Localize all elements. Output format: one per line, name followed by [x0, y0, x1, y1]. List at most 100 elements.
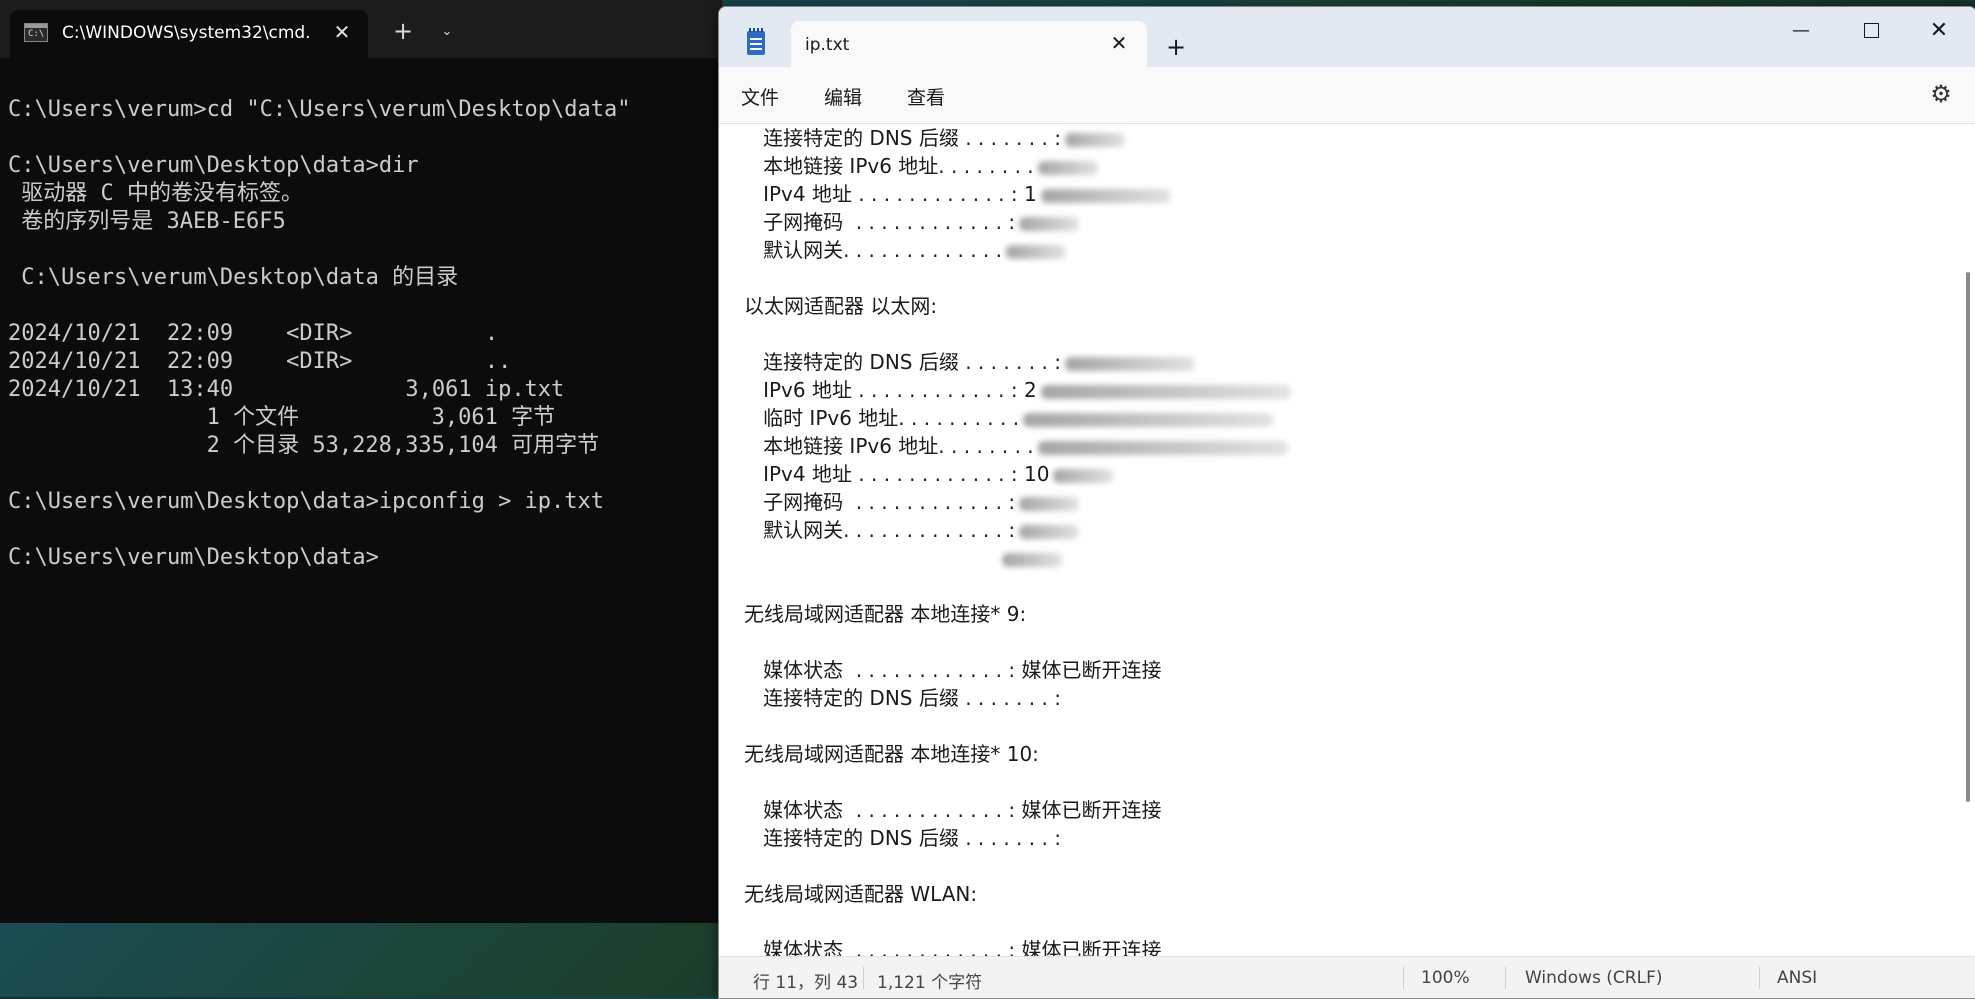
line-ending[interactable]: Windows (CRLF) — [1525, 968, 1663, 988]
status-divider — [863, 967, 864, 989]
redacted-value — [1040, 188, 1171, 203]
editor-line-text: 连接特定的 DNS 后缀 . . . . . . . : — [744, 686, 1061, 710]
terminal-tab[interactable]: C:\ C:\WINDOWS\system32\cmd. ✕ — [10, 10, 368, 58]
redacted-value — [1037, 440, 1288, 455]
redacted-value — [1019, 524, 1080, 539]
menu-bar: 文件 编辑 查看 ⚙ — [719, 67, 1975, 124]
close-window-button[interactable]: ✕ — [1909, 11, 1969, 51]
status-divider — [1759, 967, 1760, 989]
maximize-button[interactable] — [1841, 11, 1901, 51]
zoom-level[interactable]: 100% — [1421, 968, 1470, 988]
editor-text: 连接特定的 DNS 后缀 . . . . . . . : 本地链接 IPv6 地… — [744, 124, 1924, 956]
editor-line-text: 子网掩码 . . . . . . . . . . . . : — [744, 490, 1016, 514]
editor-line-text: 媒体状态 . . . . . . . . . . . . : 媒体已断开连接 — [744, 658, 1162, 682]
editor-line: 连接特定的 DNS 后缀 . . . . . . . : — [744, 348, 1924, 376]
vertical-scrollbar[interactable] — [1959, 124, 1975, 956]
cmd-icon: C:\ — [24, 23, 48, 42]
notepad-tab[interactable]: ip.txt ✕ — [791, 21, 1147, 67]
editor-line-text — [744, 546, 998, 570]
editor-line: 子网掩码 . . . . . . . . . . . . : — [744, 488, 1924, 516]
terminal-line: C:\Users\verum\Desktop\data>ipconfig > i… — [8, 489, 605, 514]
terminal-line: C:\Users\verum\Desktop\data 的目录 — [8, 265, 459, 290]
menu-edit[interactable]: 编辑 — [824, 83, 862, 110]
terminal-line: 2024/10/21 22:09 <DIR> .. — [8, 349, 512, 374]
notepad-tab-title: ip.txt — [805, 35, 850, 55]
editor-line: 无线局域网适配器 本地连接* 9: — [744, 600, 1924, 628]
terminal-titlebar[interactable]: C:\ C:\WINDOWS\system32\cmd. ✕ + ⌄ — [0, 0, 722, 58]
redacted-value — [1037, 160, 1098, 175]
editor-line: 无线局域网适配器 WLAN: — [744, 880, 1924, 908]
editor-line-text: 子网掩码 . . . . . . . . . . . . : — [744, 210, 1016, 234]
editor-line: 以太网适配器 以太网: — [744, 292, 1924, 320]
editor-line-text: 本地链接 IPv6 地址. . . . . . . . — [744, 154, 1034, 178]
editor-line: 连接特定的 DNS 后缀 . . . . . . . : — [744, 124, 1924, 152]
editor-line-text: IPv4 地址 . . . . . . . . . . . . : 10 — [744, 462, 1050, 486]
scrollbar-thumb[interactable] — [1966, 272, 1970, 802]
editor-line: IPv4 地址 . . . . . . . . . . . . : 10 — [744, 460, 1924, 488]
editor-line: 媒体状态 . . . . . . . . . . . . : 媒体已断开连接 — [744, 656, 1924, 684]
terminal-line: C:\Users\verum>cd "C:\Users\verum\Deskto… — [8, 97, 631, 122]
notepad-app-icon — [747, 28, 765, 55]
text-editor[interactable]: 连接特定的 DNS 后缀 . . . . . . . : 本地链接 IPv6 地… — [719, 124, 1959, 956]
editor-line-text: 无线局域网适配器 本地连接* 9: — [744, 602, 1027, 626]
close-tab-icon[interactable]: ✕ — [326, 16, 358, 48]
redacted-value — [1053, 468, 1114, 483]
editor-line: 本地链接 IPv6 地址. . . . . . . . — [744, 152, 1924, 180]
status-divider — [1505, 967, 1506, 989]
character-count: 1,121 个字符 — [877, 973, 983, 993]
redacted-value — [1064, 356, 1195, 371]
editor-line-text: 以太网适配器 以太网: — [744, 294, 938, 318]
redacted-value — [1002, 552, 1063, 567]
editor-line-text: 默认网关. . . . . . . . . . . . . : — [744, 518, 1016, 542]
editor-line: 默认网关. . . . . . . . . . . . . — [744, 236, 1924, 264]
terminal-line: C:\Users\verum\Desktop\data>dir — [8, 153, 419, 178]
terminal-line: 2024/10/21 13:40 3,061 ip.txt — [8, 377, 565, 402]
terminal-window[interactable]: C:\ C:\WINDOWS\system32\cmd. ✕ + ⌄ C:\Us… — [0, 0, 723, 923]
menu-file[interactable]: 文件 — [741, 83, 779, 110]
editor-line: IPv6 地址 . . . . . . . . . . . . : 2 — [744, 376, 1924, 404]
editor-line: 临时 IPv6 地址. . . . . . . . . . — [744, 404, 1924, 432]
terminal-line: 卷的序列号是 3AEB-E6F5 — [8, 209, 286, 234]
editor-line — [744, 544, 1924, 572]
editor-line-text: IPv4 地址 . . . . . . . . . . . . : 1 — [744, 182, 1037, 206]
editor-line-text: 无线局域网适配器 WLAN: — [744, 882, 978, 906]
terminal-tab-title: C:\WINDOWS\system32\cmd. — [62, 23, 311, 43]
close-tab-icon[interactable]: ✕ — [1103, 27, 1135, 59]
status-bar: 行 11，列 43 1,121 个字符 100% Windows (CRLF) … — [719, 956, 1975, 998]
editor-line: 子网掩码 . . . . . . . . . . . . : — [744, 208, 1924, 236]
terminal-line: 驱动器 C 中的卷没有标签。 — [8, 181, 303, 206]
menu-view[interactable]: 查看 — [907, 83, 945, 110]
new-tab-button[interactable]: + — [1159, 31, 1193, 65]
maximize-icon — [1863, 22, 1879, 38]
editor-line: 媒体状态 . . . . . . . . . . . . : 媒体已断开连接 — [744, 936, 1924, 956]
notepad-window[interactable]: ip.txt ✕ + — ✕ 文件 编辑 查看 ⚙ 连接特定的 DNS 后缀 .… — [718, 6, 1975, 999]
minimize-button[interactable]: — — [1771, 11, 1831, 51]
editor-line: 本地链接 IPv6 地址. . . . . . . . — [744, 432, 1924, 460]
editor-line-text: 默认网关. . . . . . . . . . . . . — [744, 238, 1003, 262]
editor-line: IPv4 地址 . . . . . . . . . . . . : 1 — [744, 180, 1924, 208]
status-divider — [1403, 967, 1404, 989]
terminal-line: 1 个文件 3,061 字节 — [8, 405, 556, 430]
editor-line: 连接特定的 DNS 后缀 . . . . . . . : — [744, 824, 1924, 852]
editor-line-text: 连接特定的 DNS 后缀 . . . . . . . : — [744, 126, 1061, 150]
terminal-line: C:\Users\verum\Desktop\data> — [8, 545, 379, 570]
encoding[interactable]: ANSI — [1777, 968, 1817, 988]
new-tab-button[interactable]: + — [386, 16, 420, 48]
redacted-value — [1040, 384, 1291, 399]
notepad-titlebar[interactable]: ip.txt ✕ + — ✕ — [719, 7, 1975, 67]
gear-icon[interactable]: ⚙ — [1929, 82, 1953, 106]
editor-line: 无线局域网适配器 本地连接* 10: — [744, 740, 1924, 768]
terminal-output[interactable]: C:\Users\verum>cd "C:\Users\verum\Deskto… — [8, 96, 708, 572]
redacted-value — [1064, 132, 1125, 147]
editor-line-text: 临时 IPv6 地址. . . . . . . . . . — [744, 406, 1020, 430]
chevron-down-icon[interactable]: ⌄ — [430, 16, 464, 48]
